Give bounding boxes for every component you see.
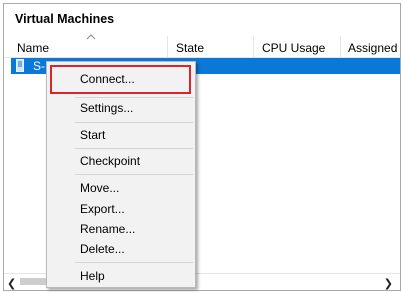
menu-item-delete[interactable]: Delete... — [47, 239, 195, 259]
server-icon — [16, 59, 24, 72]
menu-separator — [75, 174, 193, 175]
menu-item-help-label: Help — [80, 269, 105, 283]
menu-item-checkpoint-label: Checkpoint — [80, 154, 141, 168]
column-separator[interactable] — [253, 36, 254, 57]
menu-item-checkpoint[interactable]: Checkpoint — [47, 151, 195, 171]
column-header-state-label: State — [176, 41, 205, 55]
scroll-right-icon[interactable]: ❯ — [384, 277, 393, 290]
context-menu: Connect... Settings... Start Checkpoint … — [46, 61, 196, 288]
column-header-memory-label: Assigned M — [348, 41, 401, 55]
menu-item-rename[interactable]: Rename... — [47, 219, 195, 239]
sort-ascending-icon — [86, 34, 96, 40]
menu-item-settings[interactable]: Settings... — [47, 98, 195, 118]
column-separator[interactable] — [167, 36, 168, 57]
menu-item-move-label: Move... — [80, 181, 120, 195]
menu-item-export-label: Export... — [80, 202, 125, 216]
panel-title: Virtual Machines — [15, 12, 115, 26]
menu-item-help[interactable]: Help — [47, 266, 195, 286]
column-header-name-label: Name — [17, 41, 50, 55]
menu-item-delete-label: Delete... — [80, 242, 125, 256]
scroll-left-icon[interactable]: ❮ — [7, 277, 16, 290]
menu-item-export[interactable]: Export... — [47, 199, 195, 219]
panel-title-bar: Virtual Machines — [4, 4, 400, 34]
menu-separator — [75, 148, 193, 149]
column-header-memory[interactable]: Assigned M — [341, 33, 401, 57]
menu-item-settings-label: Settings... — [80, 101, 134, 115]
highlight-box — [50, 65, 191, 94]
column-header-state[interactable]: State — [169, 33, 253, 57]
column-header-cpu[interactable]: CPU Usage — [255, 33, 339, 57]
menu-separator — [75, 262, 193, 263]
menu-item-start-label: Start — [80, 128, 106, 142]
menu-item-move[interactable]: Move... — [47, 178, 195, 198]
column-header-row: Name State CPU Usage Assigned M — [4, 33, 401, 58]
column-header-name[interactable]: Name — [10, 33, 160, 57]
column-header-cpu-label: CPU Usage — [262, 41, 326, 55]
menu-separator — [75, 122, 193, 123]
menu-item-rename-label: Rename... — [80, 222, 136, 236]
menu-item-start[interactable]: Start — [47, 125, 195, 145]
